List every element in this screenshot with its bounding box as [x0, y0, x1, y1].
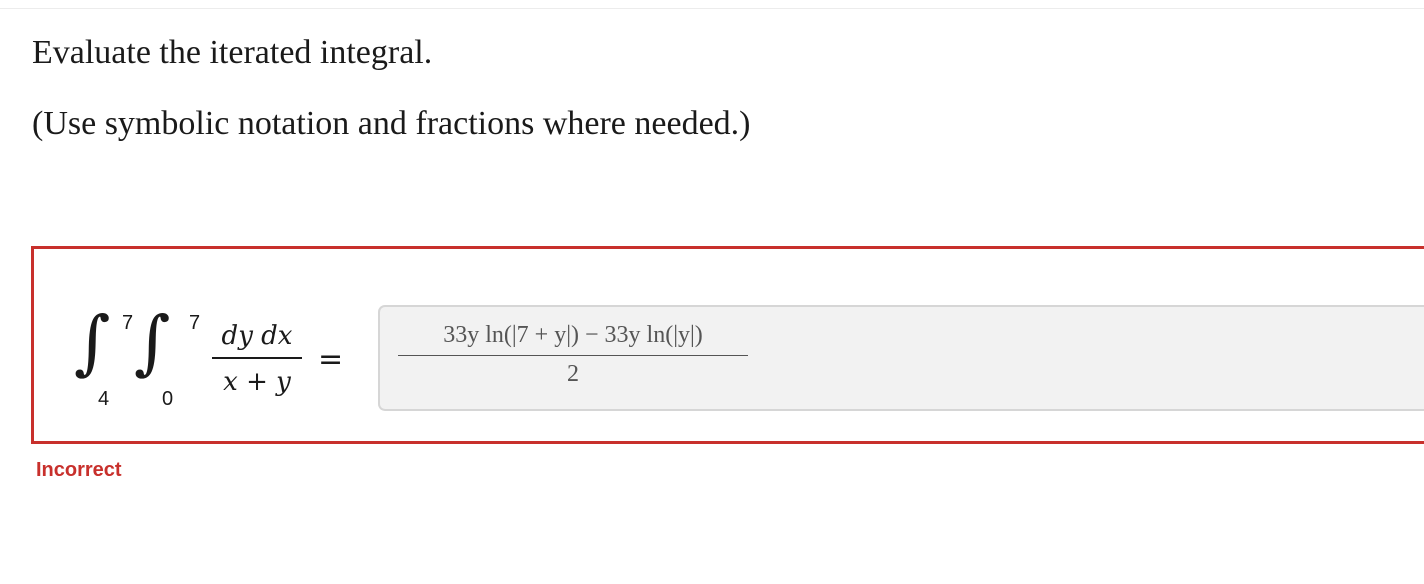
answer-expression: 33y ln(|7 + y|) − 33y ln(|y|) 2: [398, 319, 748, 388]
integrand-numerator: dy dx: [221, 321, 293, 351]
inner-lower-limit: 0: [162, 388, 174, 410]
answer-box: ∫ 7 4 ∫ 7 0 dy dx x + y = 33y ln(|7 + y|…: [31, 246, 1424, 444]
answer-denominator: 2: [567, 361, 579, 387]
inner-integral-sign: ∫: [134, 301, 171, 383]
answer-input[interactable]: 33y ln(|7 + y|) − 33y ln(|y|) 2: [378, 305, 1424, 411]
answer-numerator: 33y ln(|7 + y|) − 33y ln(|y|): [443, 322, 703, 348]
outer-integral-sign: ∫: [74, 301, 111, 383]
feedback-status: Incorrect: [36, 459, 122, 481]
outer-lower-limit: 4: [98, 388, 110, 410]
question-hint: (Use symbolic notation and fractions whe…: [32, 105, 751, 142]
integrand-fraction: dy dx x + y: [212, 319, 302, 399]
outer-upper-limit: 7: [122, 312, 134, 334]
inner-upper-limit: 7: [189, 312, 201, 334]
equals-sign: =: [318, 342, 344, 377]
question-prompt: Evaluate the iterated integral.: [32, 34, 433, 71]
answer-fraction-bar: [398, 355, 748, 356]
top-divider: [0, 0, 1424, 9]
fraction-bar: [212, 357, 302, 359]
integrand-denominator: x + y: [223, 367, 291, 397]
